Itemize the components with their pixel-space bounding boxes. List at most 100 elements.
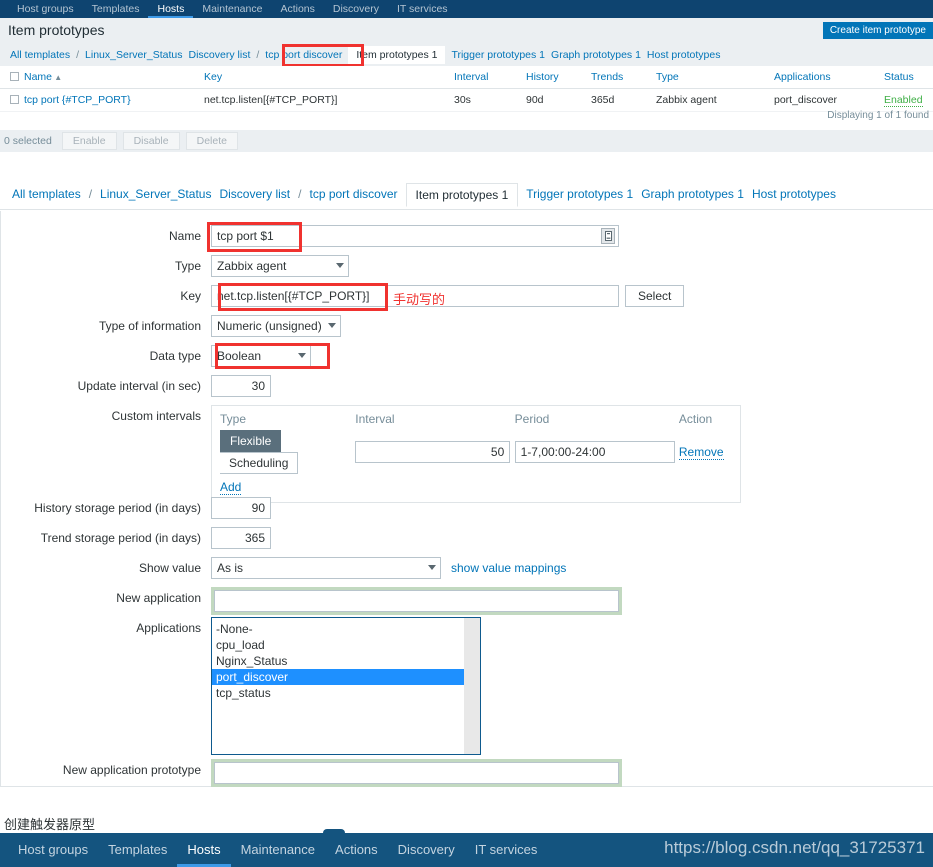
tab-host-prototypes[interactable]: Host prototypes xyxy=(647,49,721,61)
update-interval-input[interactable] xyxy=(211,375,271,397)
scheduling-toggle-button[interactable]: Scheduling xyxy=(220,452,299,474)
breadcrumb-all-templates[interactable]: All templates xyxy=(10,49,70,61)
highlight-new-application xyxy=(211,587,622,615)
list-action-bar: 0 selected Enable Disable Delete xyxy=(0,130,933,152)
field-row-type-of-information: Type of information Numeric (unsigned) xyxy=(1,315,341,337)
bottom-nav-item-actions[interactable]: Actions xyxy=(325,833,388,867)
listbox-scrollbar[interactable] xyxy=(464,618,480,754)
bottom-nav-item-maintenance[interactable]: Maintenance xyxy=(231,833,325,867)
field-row-type: Type Zabbix agent xyxy=(1,255,349,277)
nav-item-actions[interactable]: Actions xyxy=(271,0,323,18)
form-tab-host-prototypes[interactable]: Host prototypes xyxy=(752,187,836,201)
breadcrumb-list-view: All templates / Linux_Server_Status Disc… xyxy=(0,44,933,66)
field-row-history-storage: History storage period (in days) xyxy=(1,497,271,519)
nav-item-discovery[interactable]: Discovery xyxy=(324,0,388,18)
name-input[interactable] xyxy=(211,225,619,247)
tab-trigger-prototypes[interactable]: Trigger prototypes 1 xyxy=(451,49,545,61)
new-application-input[interactable] xyxy=(214,590,619,612)
column-header-type[interactable]: Type xyxy=(652,66,770,89)
breadcrumb-linux-server-status[interactable]: Linux_Server_Status xyxy=(85,49,182,61)
field-row-name: Name xyxy=(1,225,619,247)
column-header-key[interactable]: Key xyxy=(200,66,450,89)
delete-button[interactable]: Delete xyxy=(185,132,238,150)
flexible-toggle-button[interactable]: Flexible xyxy=(220,430,282,452)
label-history-storage: History storage period (in days) xyxy=(34,501,201,515)
form-breadcrumb-all-templates[interactable]: All templates xyxy=(12,187,81,201)
trend-storage-input[interactable] xyxy=(211,527,271,549)
custom-interval-period-input[interactable] xyxy=(514,441,675,463)
list-item[interactable]: cpu_load xyxy=(212,637,480,653)
item-prototypes-table: Name ▲ Key Interval History Trends Type … xyxy=(0,66,933,112)
form-tab-trigger-prototypes[interactable]: Trigger prototypes 1 xyxy=(526,187,633,201)
bottom-nav-item-hosts[interactable]: Hosts xyxy=(177,833,231,867)
show-value-select[interactable]: As is xyxy=(211,557,441,579)
applications-listbox[interactable]: -None- cpu_load Nginx_Status port_discov… xyxy=(211,617,481,755)
field-row-data-type: Data type Boolean xyxy=(1,345,311,367)
label-trend-storage: Trend storage period (in days) xyxy=(40,531,201,545)
data-type-select[interactable]: Boolean xyxy=(211,345,311,367)
nav-item-host-groups[interactable]: Host groups xyxy=(8,0,83,18)
data-type-select-wrap: Boolean xyxy=(211,345,311,367)
label-type-of-information: Type of information xyxy=(98,319,201,333)
breadcrumb-tcp-port-discover[interactable]: tcp port discover xyxy=(265,49,342,61)
new-application-prototype-input[interactable] xyxy=(214,762,619,784)
column-header-applications[interactable]: Applications xyxy=(770,66,880,89)
tab-graph-prototypes[interactable]: Graph prototypes 1 xyxy=(551,49,641,61)
remove-interval-link[interactable]: Remove xyxy=(678,445,724,460)
custom-interval-input[interactable] xyxy=(355,441,511,463)
add-interval-link[interactable]: Add xyxy=(220,480,242,495)
enable-button[interactable]: Enable xyxy=(61,132,117,150)
form-tab-item-prototypes[interactable]: Item prototypes 1 xyxy=(405,182,519,207)
item-name-link[interactable]: tcp port {#TCP_PORT} xyxy=(24,94,131,106)
selected-count-label: 0 selected xyxy=(4,135,52,147)
type-select[interactable]: Zabbix agent xyxy=(211,255,349,277)
table-header-row: Name ▲ Key Interval History Trends Type … xyxy=(0,66,933,89)
label-key: Key xyxy=(180,289,201,303)
column-header-name[interactable]: Name ▲ xyxy=(0,66,200,89)
select-all-checkbox[interactable] xyxy=(10,72,19,81)
row-checkbox[interactable] xyxy=(10,95,19,104)
nav-item-it-services[interactable]: IT services xyxy=(388,0,457,18)
form-breadcrumb-tcp-port-discover[interactable]: tcp port discover xyxy=(309,187,397,201)
list-item[interactable]: -None- xyxy=(212,621,480,637)
macro-helper-icon[interactable] xyxy=(601,228,615,244)
column-header-trends[interactable]: Trends xyxy=(587,66,652,89)
bottom-nav-item-templates[interactable]: Templates xyxy=(98,833,177,867)
column-header-interval[interactable]: Interval xyxy=(450,66,522,89)
column-header-status[interactable]: Status xyxy=(880,66,933,89)
annotation-text-key: 手动写的 xyxy=(393,293,446,308)
disable-button[interactable]: Disable xyxy=(122,132,180,150)
tab-item-prototypes[interactable]: Item prototypes 1 xyxy=(348,46,446,64)
breadcrumb-discovery-list[interactable]: Discovery list xyxy=(189,49,251,61)
field-row-show-value: Show value As is show value mappings xyxy=(1,557,566,579)
nav-item-templates[interactable]: Templates xyxy=(83,0,149,18)
bottom-nav-item-discovery[interactable]: Discovery xyxy=(388,833,465,867)
field-row-custom-intervals: Custom intervals Type Interval Period Ac… xyxy=(1,405,741,503)
cell-name: tcp port {#TCP_PORT} xyxy=(0,88,200,112)
item-prototypes-table-wrap: Name ▲ Key Interval History Trends Type … xyxy=(0,66,933,112)
create-item-prototype-button[interactable]: Create item prototype xyxy=(822,22,933,39)
status-badge[interactable]: Enabled xyxy=(884,94,923,107)
cell-status: Enabled xyxy=(880,88,933,112)
field-row-trend-storage: Trend storage period (in days) xyxy=(1,527,271,549)
custom-intervals-box: Type Interval Period Action FlexibleSche… xyxy=(211,405,741,503)
form-tab-graph-prototypes[interactable]: Graph prototypes 1 xyxy=(641,187,744,201)
label-applications: Applications xyxy=(136,621,201,635)
type-of-information-select[interactable]: Numeric (unsigned) xyxy=(211,315,341,337)
cell-trends: 365d xyxy=(587,88,652,112)
history-storage-input[interactable] xyxy=(211,497,271,519)
list-item[interactable]: Nginx_Status xyxy=(212,653,480,669)
list-item-selected[interactable]: port_discover xyxy=(212,669,480,685)
nav-item-hosts[interactable]: Hosts xyxy=(148,0,194,18)
list-item[interactable]: tcp_status xyxy=(212,685,480,701)
bottom-nav-item-it-services[interactable]: IT services xyxy=(465,833,548,867)
column-header-history[interactable]: History xyxy=(522,66,587,89)
bottom-nav-item-host-groups[interactable]: Host groups xyxy=(8,833,98,867)
form-breadcrumb-discovery-list[interactable]: Discovery list xyxy=(219,187,290,201)
nav-item-maintenance[interactable]: Maintenance xyxy=(193,0,271,18)
show-value-mappings-link[interactable]: show value mappings xyxy=(451,557,566,579)
custom-interval-action-cell: Remove xyxy=(678,445,732,460)
form-breadcrumb-linux-server-status[interactable]: Linux_Server_Status xyxy=(100,187,211,201)
key-select-button[interactable]: Select xyxy=(625,285,685,307)
cell-history: 90d xyxy=(522,88,587,112)
